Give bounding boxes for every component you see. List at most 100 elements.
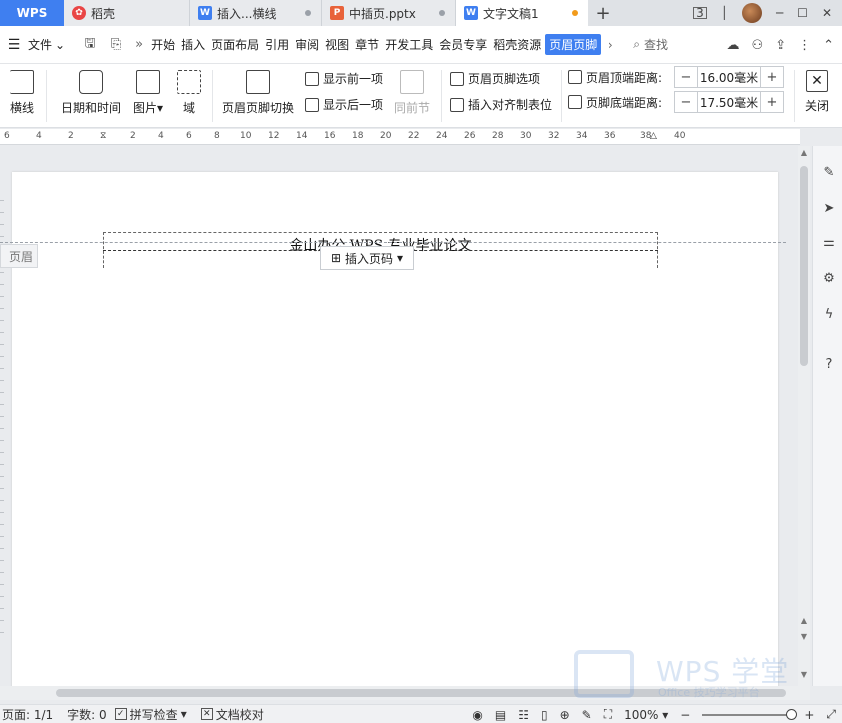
insert-page-number-button[interactable]: ⊞ 插入页码 ▾: [320, 246, 414, 270]
share-icon[interactable]: ⇪: [775, 38, 786, 53]
footer-bottom-distance: 页脚底端距离: − 17.50毫米 +: [568, 91, 784, 113]
same-as-previous-button[interactable]: 同前节: [392, 64, 432, 128]
menu-page-layout[interactable]: 页面布局: [209, 36, 261, 53]
chevron-down-icon: ⌄: [55, 37, 66, 52]
horizontal-scroll-thumb[interactable]: [56, 689, 786, 697]
menu-daoke-resources[interactable]: 稻壳资源: [491, 36, 543, 53]
footer-distance-increase[interactable]: +: [761, 92, 783, 112]
tab-doc-insert-line[interactable]: W 插入...横线: [190, 0, 322, 26]
write-mode-icon[interactable]: ✎: [582, 708, 592, 722]
footer-distance-input[interactable]: 17.50毫米: [697, 92, 761, 112]
close-header-footer-button[interactable]: ✕ 关闭: [798, 64, 836, 128]
fullscreen-icon[interactable]: ⤢: [826, 707, 836, 722]
more-options-icon[interactable]: ⋮: [798, 38, 811, 53]
chevron-down-icon: ▾: [156, 101, 164, 115]
menu-header-footer[interactable]: 页眉页脚: [545, 34, 602, 55]
adjust-sliders-icon[interactable]: ⚌: [821, 234, 837, 250]
proofread-button[interactable]: ✕ 文档校对: [200, 706, 264, 723]
show-previous-button[interactable]: 显示前一项: [305, 70, 383, 87]
header-distance-decrease[interactable]: −: [675, 67, 697, 87]
file-menu[interactable]: 文件 ⌄: [28, 36, 65, 53]
zoom-slider-knob[interactable]: [786, 708, 798, 720]
tab-active-document[interactable]: W 文字文稿1: [456, 0, 588, 26]
show-previous-icon: [305, 71, 319, 86]
horizontal-line-icon: [10, 70, 34, 94]
vertical-scrollbar[interactable]: ▲ ▲ ▼ ▼: [798, 146, 810, 686]
tab-wps-home[interactable]: WPS: [0, 0, 64, 26]
zoom-slider[interactable]: [702, 708, 798, 720]
page-count[interactable]: 页面: 1/1: [2, 706, 53, 723]
style-palette-icon[interactable]: ⚙: [821, 270, 837, 286]
cloud-sync-icon[interactable]: ☁: [727, 38, 740, 53]
ribbon-divider: [212, 70, 213, 122]
date-time-button[interactable]: 日期和时间: [56, 64, 126, 128]
select-cursor-icon[interactable]: ➤: [821, 200, 837, 216]
ribbon-divider: [46, 70, 47, 122]
maximize-icon[interactable]: ☐: [797, 6, 808, 20]
tab-daoke[interactable]: ✿ 稻壳: [64, 0, 190, 26]
header-distance-input[interactable]: 16.00毫米: [697, 67, 761, 87]
hamburger-icon[interactable]: ☰: [0, 37, 28, 53]
picture-button[interactable]: 图片▾: [128, 64, 168, 128]
vertical-scroll-thumb[interactable]: [800, 166, 808, 366]
status-bar: 页面: 1/1 字数: 0 ✓ 拼写检查 ▾ ✕ 文档校对 ◉ ▤ ☷ ▯ ⊕ …: [0, 704, 842, 723]
scroll-down-page-icon[interactable]: ▼: [798, 632, 810, 641]
word-count[interactable]: 字数: 0: [67, 706, 107, 723]
menu-developer[interactable]: 开发工具: [383, 36, 435, 53]
chevron-down-icon: ▾: [180, 707, 187, 721]
menu-member[interactable]: 会员专享: [437, 36, 489, 53]
right-indent-marker-icon[interactable]: △: [650, 131, 657, 141]
show-next-button[interactable]: 显示后一项: [305, 96, 383, 113]
save-icon[interactable]: 🖫: [77, 34, 103, 56]
header-distance-increase[interactable]: +: [761, 67, 783, 87]
horizontal-ruler[interactable]: 6 4 2 ⧖ 2 4 6 8 10 12 14 16 18 20 22 24 …: [0, 129, 800, 145]
indent-marker-icon[interactable]: ⧖: [100, 131, 106, 141]
insert-align-tab-button[interactable]: 插入对齐制表位: [450, 96, 552, 113]
toggle-header-footer-button[interactable]: 页眉页脚切换: [218, 64, 298, 128]
read-mode-icon[interactable]: ▯: [541, 708, 548, 722]
page-view-icon[interactable]: ▤: [495, 708, 506, 722]
menu-references[interactable]: 引用: [263, 36, 291, 53]
pen-edit-icon[interactable]: ✎: [821, 164, 837, 180]
export-icon[interactable]: ⎘: [103, 37, 129, 52]
window-count-badge[interactable]: 3: [693, 7, 707, 19]
horizontal-scrollbar[interactable]: [0, 686, 810, 700]
menu-insert[interactable]: 插入: [179, 36, 207, 53]
web-view-icon[interactable]: ⊕: [560, 708, 570, 722]
menu-home[interactable]: 开始: [149, 36, 177, 53]
menu-scroll-right-icon[interactable]: ›: [603, 38, 617, 52]
menu-review[interactable]: 审阅: [293, 36, 321, 53]
tab-close-dot[interactable]: [439, 10, 445, 16]
footer-distance-decrease[interactable]: −: [675, 92, 697, 112]
collaborate-icon[interactable]: ⚇: [752, 38, 764, 53]
collapse-ribbon-icon[interactable]: ⌃: [823, 38, 834, 53]
unsaved-dot[interactable]: [572, 10, 578, 16]
close-window-icon[interactable]: ✕: [822, 6, 832, 20]
scroll-down-icon[interactable]: ▼: [798, 670, 810, 679]
tab-close-dot[interactable]: [305, 10, 311, 16]
menu-view[interactable]: 视图: [323, 36, 351, 53]
zoom-level[interactable]: 100% ▾: [624, 708, 668, 722]
field-button[interactable]: 域: [172, 64, 206, 128]
scroll-up-icon[interactable]: ▲: [798, 148, 810, 157]
spell-check-button[interactable]: ✓ 拼写检查 ▾: [114, 706, 187, 723]
header-footer-options-button[interactable]: 页眉页脚选项: [450, 70, 540, 87]
zoom-in-icon[interactable]: +: [804, 708, 814, 722]
scroll-up-page-icon[interactable]: ▲: [798, 616, 810, 625]
zoom-out-icon[interactable]: −: [680, 708, 690, 722]
lightning-icon[interactable]: ϟ: [821, 306, 837, 322]
minimize-icon[interactable]: ─: [776, 6, 783, 20]
eye-protection-icon[interactable]: ◉: [472, 708, 482, 722]
avatar[interactable]: [741, 3, 762, 23]
search-box[interactable]: ⌕ 查找: [633, 36, 707, 53]
more-chevron-icon[interactable]: »: [129, 37, 149, 52]
header-boundary-line: [0, 242, 786, 243]
tab-pptx[interactable]: P 中插页.pptx: [322, 0, 456, 26]
horizontal-line-button[interactable]: 横线: [0, 64, 44, 128]
document-workspace: 金山办公 WPS 专业毕业论文 页眉 ⊞ 插入页码 ▾: [0, 146, 798, 686]
new-tab-button[interactable]: +: [588, 0, 618, 26]
fit-page-icon[interactable]: ⛶: [604, 707, 612, 722]
menu-chapter[interactable]: 章节: [353, 36, 381, 53]
outline-view-icon[interactable]: ☷: [518, 708, 529, 722]
help-icon[interactable]: ?: [821, 356, 837, 372]
